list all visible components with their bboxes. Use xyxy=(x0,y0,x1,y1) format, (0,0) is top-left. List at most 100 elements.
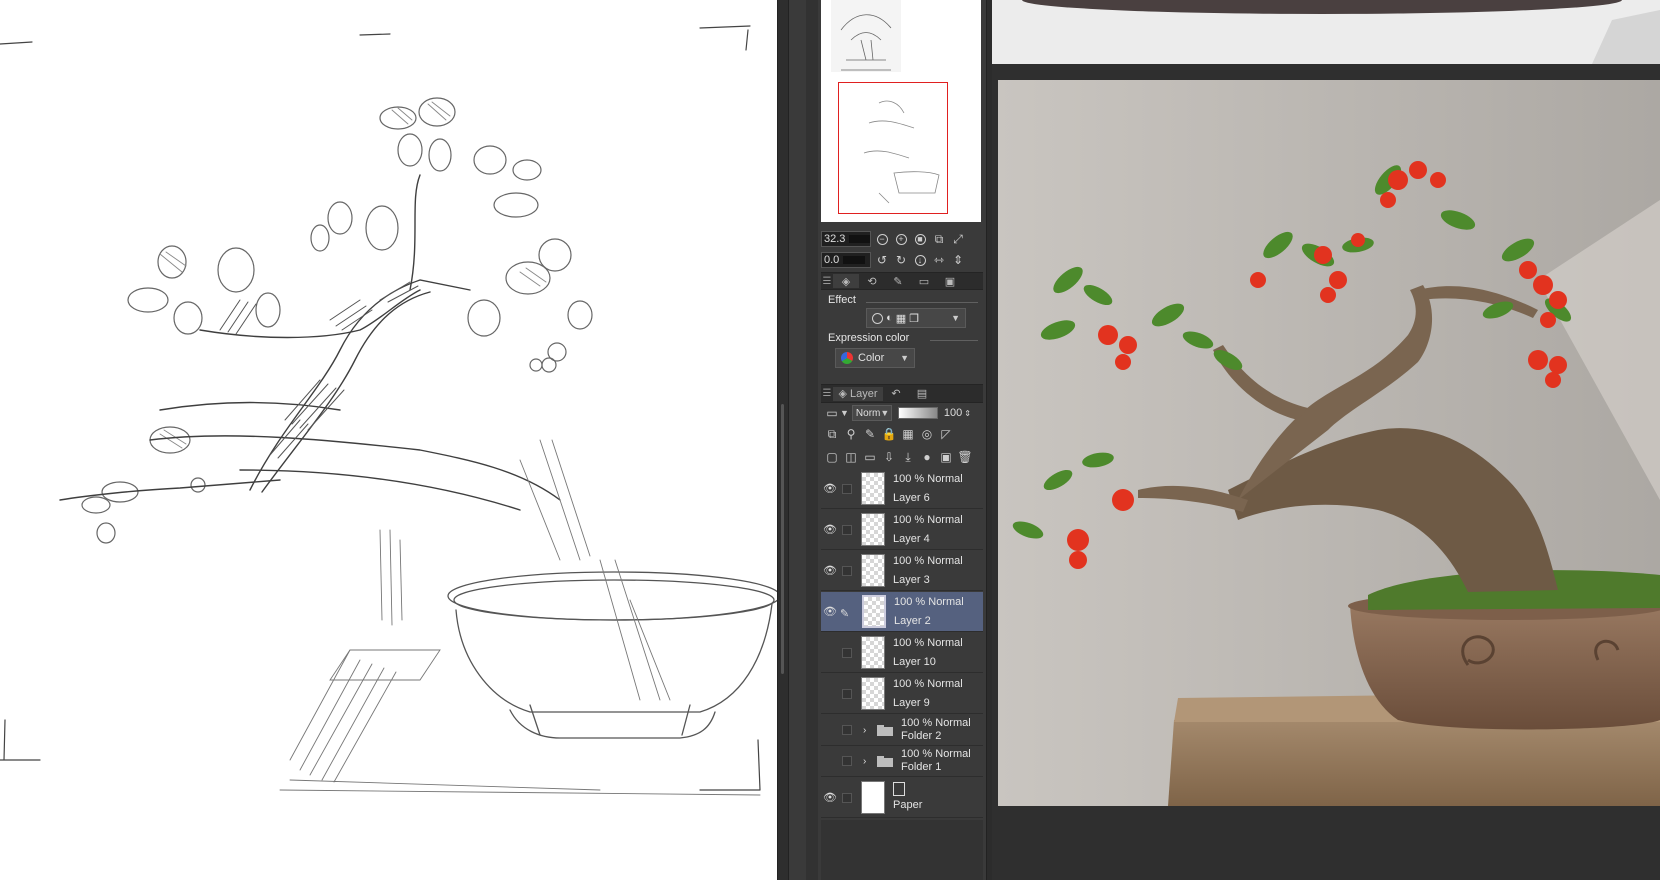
rotate-value: 0.0 xyxy=(824,254,840,266)
flip-vertical-icon[interactable]: ⇕ xyxy=(950,252,966,268)
eye-icon[interactable]: 👁 xyxy=(821,523,839,536)
opacity-value[interactable]: 100 xyxy=(944,407,962,419)
canvas-panel-divider[interactable] xyxy=(777,0,789,880)
lock-toggle[interactable] xyxy=(842,792,852,803)
layer-row-paper[interactable]: 👁 Paper xyxy=(821,778,983,818)
actual-size-icon[interactable]: ■ xyxy=(912,231,928,247)
chevron-down-icon: ▼ xyxy=(900,353,909,363)
drawing-canvas[interactable] xyxy=(0,0,777,880)
zoom-out-icon[interactable]: − xyxy=(874,231,890,247)
new-raster-layer-icon[interactable]: ▢ xyxy=(824,449,840,465)
layer-row-layer-4[interactable]: 👁 100 % Normal Layer 4 xyxy=(821,510,983,550)
layer-thumbnail xyxy=(861,472,885,505)
new-vector-layer-icon[interactable]: ◫ xyxy=(843,449,859,465)
flip-horizontal-icon[interactable]: ⇿ xyxy=(931,252,947,268)
sub-tool-tab-icon[interactable]: ⟲ xyxy=(859,274,885,288)
layer-list-empty-area xyxy=(821,820,983,880)
navigator-viewport-frame[interactable] xyxy=(838,82,948,214)
chevron-down-icon: ▼ xyxy=(840,408,849,418)
draft-layer-icon[interactable]: ✎ xyxy=(862,426,878,442)
trash-icon[interactable]: 🗑 xyxy=(957,449,973,465)
clip-layer-icon[interactable]: ⧉ xyxy=(824,426,840,442)
lock-toggle[interactable] xyxy=(842,688,852,699)
zoom-value: 32.3 xyxy=(824,233,846,245)
effect-none-icon xyxy=(872,312,883,324)
tool-property-tab-icon[interactable]: ◈ xyxy=(833,274,859,288)
opacity-spinner-icon[interactable]: ⇕ xyxy=(964,409,971,418)
chevron-right-icon[interactable]: › xyxy=(863,725,873,736)
ruler-icon[interactable]: ◸ xyxy=(938,426,954,442)
expression-color-dropdown[interactable]: Color ▼ xyxy=(835,348,915,368)
opacity-slider[interactable] xyxy=(897,407,938,419)
pen-icon[interactable]: ✎ xyxy=(840,607,854,620)
layer-row-folder-1[interactable]: › 100 % Normal Folder 1 xyxy=(821,746,983,777)
layer-info: 100 % Normal xyxy=(893,513,963,526)
panel-menu-icon[interactable]: ☰ xyxy=(821,276,833,287)
eye-icon[interactable]: 👁 xyxy=(821,605,839,618)
layer-info: 100 % Normal xyxy=(901,748,971,760)
rotate-field[interactable]: 0.0 xyxy=(821,252,871,268)
create-mask-icon[interactable]: ● xyxy=(919,449,935,465)
reference-top-photo xyxy=(992,0,1660,64)
lock-toggle[interactable] xyxy=(842,756,852,766)
layer-row-layer-2[interactable]: 👁 ✎ 100 % Normal Layer 2 xyxy=(821,592,983,632)
layer-name: Folder 1 xyxy=(901,761,942,773)
layer-mask-icon[interactable]: ◎ xyxy=(919,426,935,442)
layer-panel-menu-icon[interactable]: ☰ xyxy=(821,388,833,399)
eye-icon[interactable]: 👁 xyxy=(821,564,839,577)
new-folder-icon[interactable]: ▭ xyxy=(862,449,878,465)
effect-label: Effect xyxy=(828,294,856,306)
lock-layer-icon[interactable]: 🔒 xyxy=(881,426,897,442)
lock-toggle[interactable] xyxy=(842,565,852,576)
chevron-right-icon[interactable]: › xyxy=(863,756,873,767)
layer-name: Layer 9 xyxy=(893,696,930,709)
divider-grip[interactable] xyxy=(781,404,784,674)
reset-rotation-icon[interactable]: ↓ xyxy=(912,252,928,268)
paper-icon xyxy=(893,782,905,796)
eye-icon[interactable]: 👁 xyxy=(821,482,839,495)
extra-tab-icon[interactable]: ▣ xyxy=(937,274,963,288)
layer-tools-row-2: ▢ ◫ ▭ ⇩ ⤓ ● ▣ 🗑 xyxy=(821,447,973,467)
merge-down-icon[interactable]: ⤓ xyxy=(900,449,916,465)
transfer-down-icon[interactable]: ⇩ xyxy=(881,449,897,465)
lock-transparency-icon[interactable]: ▦ xyxy=(900,426,916,442)
property-tabstrip: ☰ ◈ ⟲ ✎ ▭ ▣ xyxy=(821,272,983,290)
eye-icon[interactable]: 👁 xyxy=(821,791,839,804)
rotate-left-icon[interactable]: ↺ xyxy=(874,252,890,268)
history-tab-icon[interactable]: ↶ xyxy=(883,387,909,401)
tab-layer-label: Layer xyxy=(850,387,878,400)
reference-layer-icon[interactable]: ⚲ xyxy=(843,426,859,442)
layer-property-tab-icon[interactable]: ▤ xyxy=(909,387,935,401)
lock-toggle[interactable] xyxy=(842,725,852,735)
fit-screen-icon[interactable]: ⤢ xyxy=(950,231,966,247)
color-tab-icon[interactable]: ▭ xyxy=(911,274,937,288)
blend-mode-dropdown[interactable]: Norm ▼ xyxy=(851,405,892,421)
folder-icon xyxy=(877,755,893,767)
zoom-in-icon[interactable]: + xyxy=(893,231,909,247)
blend-row: ▭ ▼ Norm ▼ 100 ⇕ xyxy=(821,403,971,423)
navigator-preview[interactable] xyxy=(821,0,981,222)
fit-window-icon[interactable]: ⧉ xyxy=(931,231,947,247)
layer-thumbnail xyxy=(861,677,885,710)
layer-color-icon[interactable]: ▭ xyxy=(824,405,840,421)
layer-info: 100 % Normal xyxy=(893,554,963,567)
layer-row-layer-3[interactable]: 👁 100 % Normal Layer 3 xyxy=(821,551,983,591)
tab-layer[interactable]: ◈ Layer xyxy=(833,386,883,401)
layer-row-layer-9[interactable]: 100 % Normal Layer 9 xyxy=(821,674,983,714)
effect-selector[interactable]: ◐ ▦ ❐ ▼ xyxy=(866,308,966,328)
layer-row-folder-2[interactable]: › 100 % Normal Folder 2 xyxy=(821,715,983,746)
panel-scrollbar[interactable] xyxy=(806,0,818,880)
lock-toggle[interactable] xyxy=(842,483,852,494)
layer-row-layer-10[interactable]: 100 % Normal Layer 10 xyxy=(821,633,983,673)
lock-toggle[interactable] xyxy=(842,647,852,658)
zoom-field[interactable]: 32.3 xyxy=(821,231,871,247)
rotate-right-icon[interactable]: ↻ xyxy=(893,252,909,268)
brush-tab-icon[interactable]: ✎ xyxy=(885,274,911,288)
lock-toggle[interactable] xyxy=(842,524,852,535)
reference-window xyxy=(992,0,1660,880)
apply-mask-icon[interactable]: ▣ xyxy=(938,449,954,465)
layers-icon: ◈ xyxy=(838,388,847,400)
layer-row-layer-6[interactable]: 👁 100 % Normal Layer 6 xyxy=(821,469,983,509)
reference-image-top xyxy=(992,0,1660,64)
effect-tone-icon: ▦ xyxy=(895,312,907,325)
